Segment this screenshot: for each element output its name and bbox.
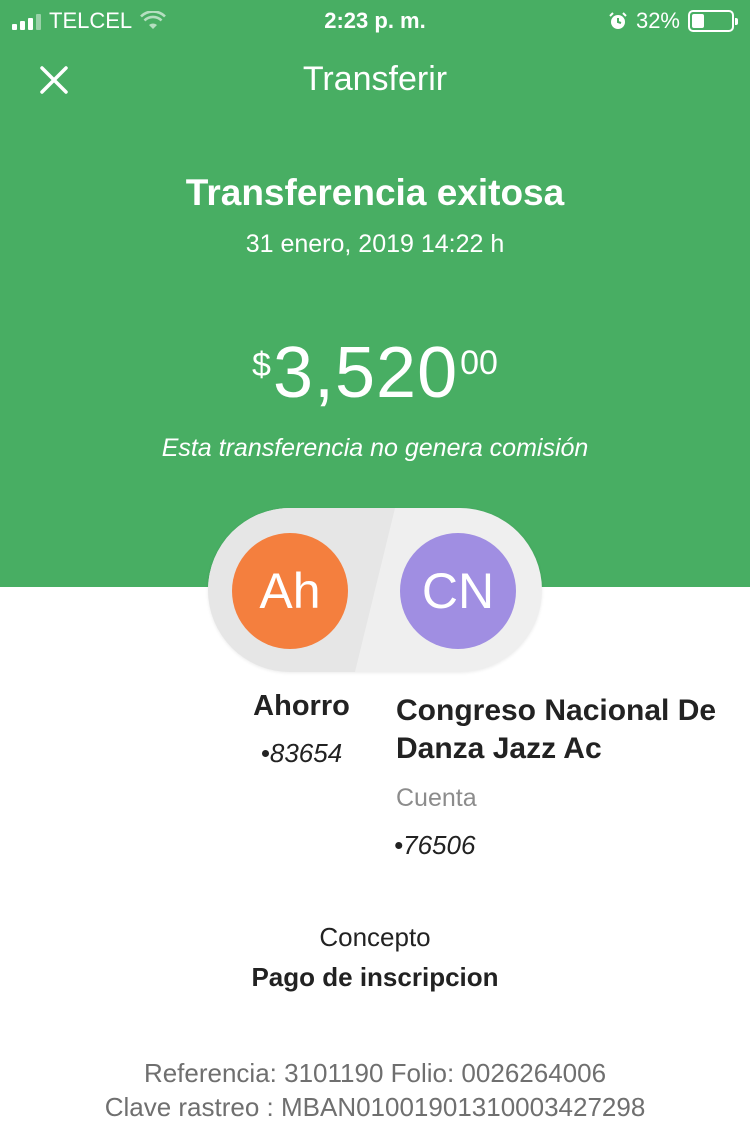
to-account-number: •76506 [394, 830, 476, 860]
amount-currency: $ [252, 346, 271, 384]
to-account-initials: CN [421, 563, 495, 619]
to-account-avatar: CN [400, 533, 516, 649]
concept-value: Pago de inscripcion [251, 962, 499, 992]
from-account-number: •83654 [260, 738, 343, 768]
transfer-amount: $3,52000 [0, 332, 750, 414]
amount-decimals: 00 [460, 344, 498, 382]
trace-key-line: Clave rastreo : MBAN01001901310003427298 [104, 1092, 646, 1122]
from-account-initials: Ah [259, 563, 321, 619]
to-account-number-value: 76506 [403, 830, 476, 860]
commission-note: Esta transferencia no genera comisión [161, 434, 589, 462]
amount-integer: 3,520 [272, 333, 459, 413]
reference-folio-line: Referencia: 3101190 Folio: 0026264006 [143, 1058, 607, 1088]
status-right: 32% [608, 8, 738, 34]
transfer-datetime: 31 enero, 2019 14:22 h [245, 230, 505, 258]
nav-title: Transferir [302, 60, 448, 98]
from-account-avatar: Ah [232, 533, 348, 649]
to-account-name: Congreso Nacional De Danza Jazz Ac [396, 694, 717, 765]
battery-fill [692, 14, 704, 28]
alarm-icon [609, 12, 627, 29]
from-account-number-value: 83654 [269, 738, 343, 768]
status-bar: TELCEL 2:23 p. m. 32% [0, 0, 750, 44]
from-account-name: Ahorro [253, 690, 350, 722]
battery-icon [688, 10, 738, 32]
battery-percent: 32% [635, 8, 680, 33]
concept-label: Concepto [319, 922, 431, 952]
to-account-type: Cuenta [396, 784, 477, 812]
success-title: Transferencia exitosa [185, 172, 565, 213]
